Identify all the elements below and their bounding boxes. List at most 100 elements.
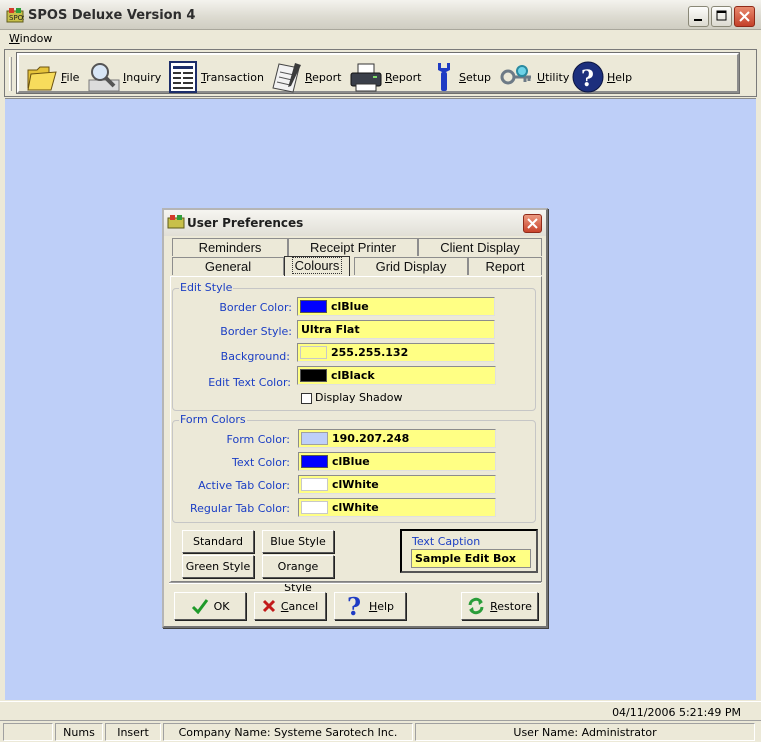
toolbar-inquiry-label: Inquiry	[123, 70, 162, 84]
form-color-swatch	[301, 432, 328, 445]
close-button[interactable]	[734, 6, 755, 27]
text-caption-label: Text Caption	[412, 535, 481, 548]
border-color-field[interactable]: clBlue	[297, 297, 495, 316]
toolbar-inquiry-button[interactable]: Inquiry	[87, 60, 161, 94]
svg-text:?: ?	[581, 66, 594, 92]
active-tab-color-value: clWhite	[332, 478, 379, 491]
menu-window[interactable]: Window	[9, 32, 52, 45]
background-label: Background:	[220, 350, 290, 363]
tab-colours[interactable]: Colours	[284, 256, 350, 276]
tab-general-label: General	[204, 259, 252, 274]
active-tab-color-swatch	[301, 478, 328, 491]
blue-style-label: Blue Style	[270, 535, 326, 548]
ok-label: OK	[213, 599, 230, 613]
form-color-label: Form Color:	[226, 433, 290, 446]
blue-style-button[interactable]: Blue Style	[262, 530, 334, 553]
status-user: User Name: Administrator	[415, 723, 755, 741]
tab-grid-display[interactable]: Grid Display	[354, 257, 468, 275]
display-shadow-checkbox[interactable]	[301, 393, 312, 404]
background-swatch	[300, 346, 327, 359]
toolbar-report-button[interactable]: Report	[271, 60, 341, 94]
active-tab-color-field[interactable]: clWhite	[298, 475, 496, 494]
restore-label: Restore	[490, 599, 532, 613]
dialog-titlebar: User Preferences	[164, 210, 546, 236]
folder-icon	[27, 66, 57, 91]
restore-button[interactable]: Restore	[461, 592, 538, 620]
toolbar-transaction-label: Transaction	[201, 70, 264, 84]
tab-client-display-label: Client Display	[440, 240, 520, 255]
text-caption-box: Text Caption Sample Edit Box	[400, 529, 538, 573]
standard-style-button[interactable]: Standard	[182, 530, 254, 553]
x-icon	[262, 599, 275, 613]
tab-colours-label: Colours	[291, 257, 343, 274]
cancel-button[interactable]: Cancel	[254, 592, 326, 620]
help-label: Help	[368, 599, 395, 613]
text-color-swatch	[301, 455, 328, 468]
magnifier-icon	[88, 63, 120, 92]
minimize-button[interactable]	[688, 6, 709, 27]
tab-reminders[interactable]: Reminders	[172, 238, 288, 256]
text-color-value: clBlue	[332, 455, 370, 468]
green-style-label: Green Style	[185, 560, 251, 573]
toolbar-container: File Inquiry Transaction Report Report S…	[4, 49, 757, 97]
sample-edit-box[interactable]: Sample Edit Box	[411, 549, 531, 568]
active-tab-color-label: Active Tab Color:	[198, 479, 290, 492]
toolbar-print-report-button[interactable]: Report	[349, 60, 421, 94]
toolbar-file-button[interactable]: File	[25, 60, 79, 94]
regular-tab-color-row: Regular Tab Color:	[172, 499, 290, 518]
edit-text-color-field[interactable]: clBlack	[297, 366, 496, 385]
toolbar-grip[interactable]	[9, 57, 12, 91]
regular-tab-color-label: Regular Tab Color:	[189, 502, 290, 515]
window-title: SPOS Deluxe Version 4	[28, 8, 196, 23]
text-color-field[interactable]: clBlue	[298, 452, 496, 471]
regular-tab-color-field[interactable]: clWhite	[298, 498, 496, 517]
toolbar: File Inquiry Transaction Report Report S…	[16, 52, 740, 94]
tab-report[interactable]: Report	[468, 257, 542, 275]
tab-client-display[interactable]: Client Display	[418, 238, 542, 256]
toolbar-transaction-button[interactable]: Transaction	[167, 60, 264, 94]
close-icon	[527, 218, 538, 229]
toolbar-report-label: Report	[305, 70, 342, 84]
tab-receipt-printer[interactable]: Receipt Printer	[288, 238, 418, 256]
tab-general[interactable]: General	[172, 257, 284, 275]
minimize-icon	[694, 19, 702, 21]
background-field[interactable]: 255.255.132	[297, 343, 495, 362]
help-icon: ?	[572, 61, 604, 93]
regular-tab-color-value: clWhite	[332, 501, 379, 514]
edit-text-color-row: Edit Text Color:	[172, 373, 291, 392]
toolbar-help-button[interactable]: ? Help	[571, 60, 632, 94]
form-color-value: 190.207.248	[332, 432, 410, 445]
edit-style-legend: Edit Style	[179, 281, 234, 294]
display-shadow-label: Display Shadow	[315, 391, 403, 404]
datetime-bar: 04/11/2006 5:21:49 PM	[0, 701, 761, 720]
maximize-button[interactable]	[711, 6, 732, 27]
toolbar-utility-button[interactable]: Utility	[499, 60, 569, 94]
form-color-row: Form Color:	[172, 430, 290, 449]
ok-button[interactable]: OK	[174, 592, 246, 620]
border-color-swatch	[300, 300, 327, 313]
help-button[interactable]: ? Help	[334, 592, 406, 620]
edit-text-color-value: clBlack	[331, 369, 375, 382]
border-color-label: Border Color:	[219, 301, 292, 314]
maximize-icon	[716, 10, 727, 21]
dialog-separator	[169, 582, 541, 584]
toolbar-setup-button[interactable]: Setup	[431, 60, 491, 94]
border-color-row: Border Color:	[172, 298, 292, 317]
background-row: Background:	[172, 347, 290, 366]
orange-style-button[interactable]: Orange Style	[262, 555, 334, 594]
toolbar-file-label: File	[61, 70, 80, 84]
status-company: Company Name: Systeme Sarotech Inc.	[163, 723, 413, 741]
wrench-icon	[438, 63, 450, 91]
edit-text-color-swatch	[300, 369, 327, 382]
border-style-field[interactable]: Ultra Flat	[297, 320, 495, 339]
text-color-row: Text Color:	[172, 453, 290, 472]
toolbar-utility-label: Utility	[537, 70, 570, 84]
key-icon	[500, 65, 531, 85]
datetime-display: 04/11/2006 5:21:49 PM	[612, 706, 741, 719]
dialog-close-button[interactable]	[523, 214, 542, 233]
refresh-icon	[468, 597, 484, 615]
regular-tab-color-swatch	[301, 501, 328, 514]
checkmark-icon	[191, 599, 208, 614]
form-color-field[interactable]: 190.207.248	[298, 429, 496, 448]
green-style-button[interactable]: Green Style	[182, 555, 254, 578]
